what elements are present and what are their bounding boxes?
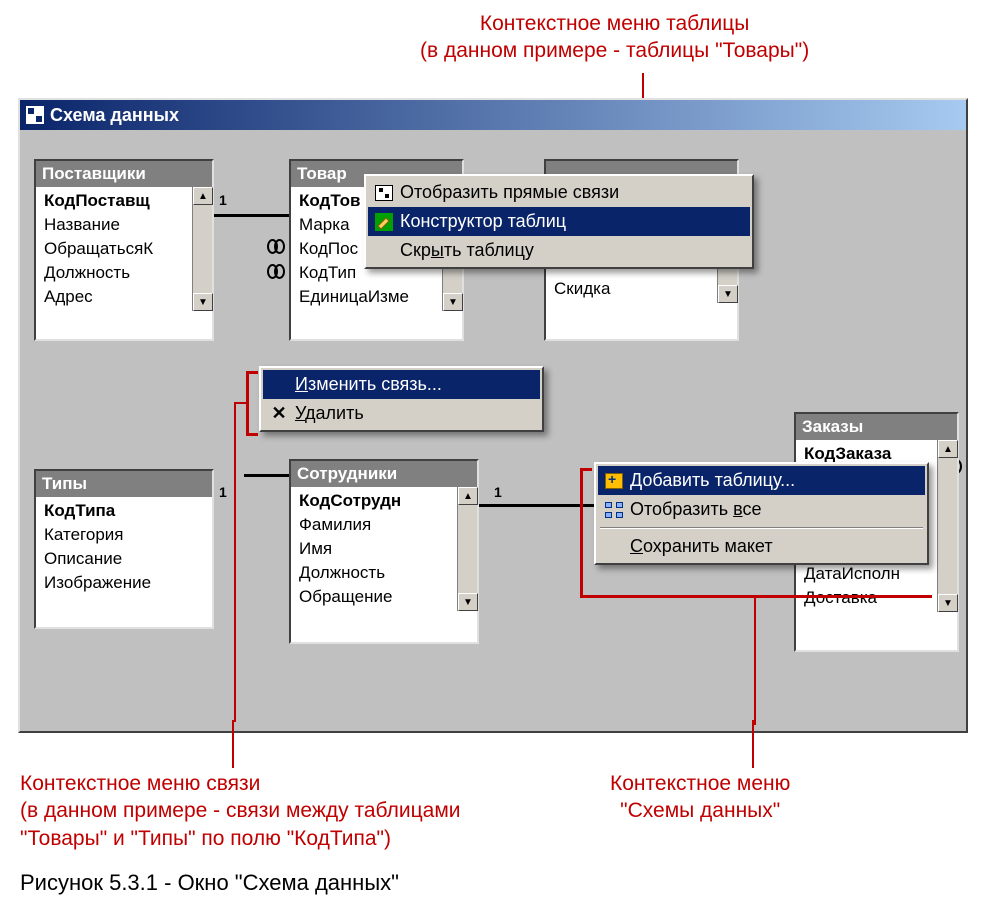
annotation-bottom-left: Контекстное меню связи (в данном примере… bbox=[20, 770, 461, 852]
table-employees[interactable]: Сотрудники КодСотрудн Фамилия Имя Должно… bbox=[289, 459, 479, 644]
table-field[interactable]: Изображение bbox=[42, 571, 212, 595]
app-icon bbox=[26, 106, 44, 124]
table-suppliers[interactable]: Поставщики КодПоставщ Название Обращатьс… bbox=[34, 159, 214, 341]
scrollbar[interactable]: ▲ ▼ bbox=[192, 187, 212, 311]
window-title: Схема данных bbox=[50, 105, 179, 126]
rel-cardinality-many bbox=[267, 264, 283, 280]
table-field[interactable]: Должность bbox=[297, 561, 477, 585]
grid-icon bbox=[604, 500, 624, 520]
callout-line bbox=[232, 720, 234, 768]
figure-caption: Рисунок 5.3.1 - Окно "Схема данных" bbox=[20, 870, 399, 896]
rel-cardinality-one: 1 bbox=[494, 484, 502, 500]
callout-line bbox=[580, 468, 592, 471]
table-header[interactable]: Сотрудники bbox=[291, 461, 477, 487]
window-titlebar[interactable]: Схема данных bbox=[20, 100, 966, 130]
menu-item-label: Отобразить прямые связи bbox=[400, 182, 619, 203]
delete-icon: ✕ bbox=[269, 404, 289, 424]
blank-icon bbox=[269, 375, 289, 395]
callout-line bbox=[580, 468, 583, 598]
callout-line bbox=[246, 433, 258, 436]
table-field[interactable]: Фамилия bbox=[297, 513, 477, 537]
rel-cardinality-one: 1 bbox=[219, 192, 227, 208]
scroll-down-button[interactable]: ▼ bbox=[458, 593, 478, 611]
table-field[interactable]: Доставка bbox=[802, 586, 957, 610]
callout-line bbox=[754, 595, 756, 725]
diagram-canvas[interactable]: 1 1 1 Поставщики КодПоставщ Название Обр… bbox=[24, 134, 962, 727]
add-table-icon bbox=[604, 471, 624, 491]
menu-item-add-table[interactable]: Добавить таблицу... bbox=[598, 466, 925, 495]
menu-item-label: Конструктор таблиц bbox=[400, 211, 566, 232]
scroll-down-button[interactable]: ▼ bbox=[443, 293, 463, 311]
menu-item-label: Удалить bbox=[295, 403, 364, 424]
table-types[interactable]: Типы КодТипа Категория Описание Изображе… bbox=[34, 469, 214, 629]
menu-item-table-design[interactable]: Конструктор таблиц bbox=[368, 207, 750, 236]
table-field[interactable]: Адрес bbox=[42, 285, 212, 309]
menu-item-hide-table[interactable]: Скрыть таблицу bbox=[368, 236, 750, 265]
scrollbar[interactable]: ▲ ▼ bbox=[937, 440, 957, 612]
context-menu-table[interactable]: Отобразить прямые связи Конструктор табл… bbox=[364, 174, 754, 269]
menu-item-label: Отобразить все bbox=[630, 499, 762, 520]
scroll-down-button[interactable]: ▼ bbox=[718, 285, 738, 303]
wrench-icon bbox=[374, 212, 394, 232]
blank-icon bbox=[604, 537, 624, 557]
table-field[interactable]: Должность bbox=[42, 261, 212, 285]
menu-item-label: Изменить связь... bbox=[295, 374, 442, 395]
rel-icon bbox=[374, 183, 394, 203]
menu-item-label: Добавить таблицу... bbox=[630, 470, 795, 491]
menu-item-label: Скрыть таблицу bbox=[400, 240, 534, 261]
menu-item-label: Сохранить макет bbox=[630, 536, 773, 557]
menu-item-show-direct-links[interactable]: Отобразить прямые связи bbox=[368, 178, 750, 207]
table-field[interactable]: КодПоставщ bbox=[42, 189, 212, 213]
table-header[interactable]: Заказы bbox=[796, 414, 957, 440]
relationships-window: Схема данных 1 1 1 Поставщики КодПоставщ… bbox=[18, 98, 968, 733]
rel-line[interactable] bbox=[212, 214, 292, 217]
table-field[interactable]: Название bbox=[42, 213, 212, 237]
menu-item-delete[interactable]: ✕ Удалить bbox=[263, 399, 540, 428]
scroll-up-button[interactable]: ▲ bbox=[458, 487, 478, 505]
annotation-top: Контекстное меню таблицы (в данном приме… bbox=[420, 10, 809, 65]
scrollbar[interactable]: ▲ ▼ bbox=[457, 487, 477, 611]
callout-line bbox=[752, 720, 754, 768]
rel-cardinality-many bbox=[267, 239, 283, 255]
table-header[interactable]: Типы bbox=[36, 471, 212, 497]
callout-line bbox=[234, 402, 236, 722]
rel-line[interactable] bbox=[244, 474, 294, 477]
table-field[interactable]: Описание bbox=[42, 547, 212, 571]
callout-line bbox=[580, 595, 932, 598]
context-menu-link[interactable]: Изменить связь... ✕ Удалить bbox=[259, 366, 544, 432]
table-field[interactable]: Имя bbox=[297, 537, 477, 561]
table-field[interactable]: КодТипа bbox=[42, 499, 212, 523]
rel-cardinality-one: 1 bbox=[219, 484, 227, 500]
menu-separator bbox=[600, 527, 923, 529]
table-field[interactable]: Скидка bbox=[552, 277, 737, 301]
table-field[interactable]: Категория bbox=[42, 523, 212, 547]
annotation-bottom-right: Контекстное меню "Схемы данных" bbox=[610, 770, 790, 825]
scroll-down-button[interactable]: ▼ bbox=[193, 293, 213, 311]
table-field[interactable]: КодСотрудн bbox=[297, 489, 477, 513]
blank-icon bbox=[374, 241, 394, 261]
table-field[interactable]: ОбращатьсяК bbox=[42, 237, 212, 261]
table-header[interactable]: Поставщики bbox=[36, 161, 212, 187]
scroll-up-button[interactable]: ▲ bbox=[938, 440, 958, 458]
menu-item-show-all[interactable]: Отобразить все bbox=[598, 495, 925, 524]
table-field[interactable]: ЕдиницаИзме bbox=[297, 285, 462, 309]
scroll-up-button[interactable]: ▲ bbox=[193, 187, 213, 205]
context-menu-schema[interactable]: Добавить таблицу... Отобразить все Сохра… bbox=[594, 462, 929, 565]
table-field[interactable]: ДатаИсполн bbox=[802, 562, 957, 586]
menu-item-save-layout[interactable]: Сохранить макет bbox=[598, 532, 925, 561]
scroll-down-button[interactable]: ▼ bbox=[938, 594, 958, 612]
table-field[interactable]: Обращение bbox=[297, 585, 477, 609]
menu-item-edit-relationship[interactable]: Изменить связь... bbox=[263, 370, 540, 399]
callout-line bbox=[246, 371, 249, 435]
callout-line bbox=[246, 371, 258, 374]
